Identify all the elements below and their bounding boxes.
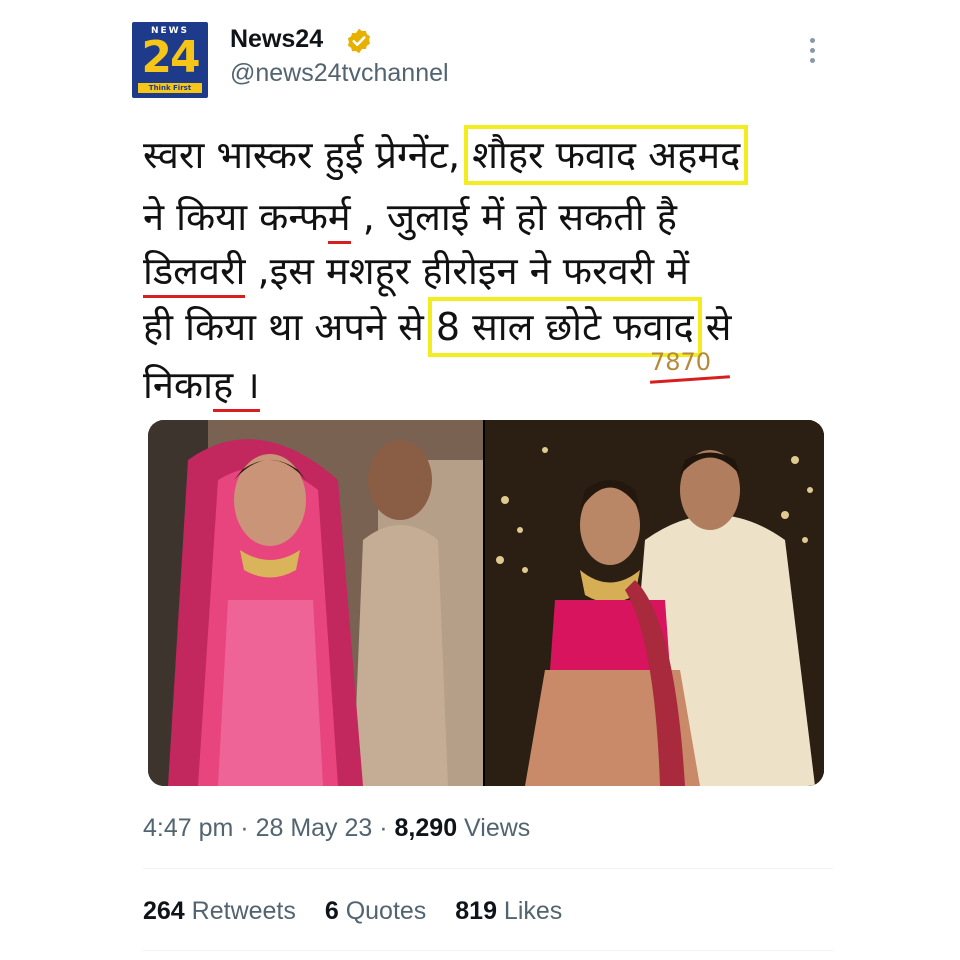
author-handle[interactable]: @news24tvchannel xyxy=(230,59,449,88)
retweets-label: Retweets xyxy=(184,897,296,925)
quotes-count: 6 xyxy=(324,897,339,925)
retweets-stat[interactable]: 264 Retweets xyxy=(143,897,296,925)
handwritten-annotation: 7870 xyxy=(650,348,712,376)
tweet-line-3: डिलवरी ,इस मशहूर हीरोइन ने फरवरी में xyxy=(143,244,689,298)
tweet-text-segment: से xyxy=(693,305,732,349)
media-photo-left[interactable] xyxy=(148,420,483,786)
meta-separator: · xyxy=(372,814,395,842)
logo-tagline-text: Think First xyxy=(138,83,202,93)
author-name[interactable]: News24 xyxy=(230,25,323,54)
tweet-line-5: निकाह । xyxy=(143,358,260,412)
likes-label: Likes xyxy=(496,897,563,925)
photo-left-illustration xyxy=(148,420,483,786)
meta-separator: · xyxy=(233,814,256,842)
tweet-line-2: ने किया कन्फर्म , जुलाई में हो सकती है xyxy=(143,190,677,244)
likes-count: 819 xyxy=(455,897,497,925)
views-label[interactable]: Views xyxy=(457,814,530,842)
more-options-icon[interactable] xyxy=(800,38,824,68)
underlined-phrase: डिलवरी xyxy=(143,249,246,298)
annotation-underline xyxy=(649,375,731,384)
photo-right-illustration xyxy=(485,420,824,786)
quotes-label: Quotes xyxy=(338,897,427,925)
logo-number-text: 24 xyxy=(141,32,200,83)
tweet-text-segment: स्वरा भास्कर हुई प्रेग्नेंट, xyxy=(143,133,473,177)
engagement-stats: 264 Retweets 6 Quotes 819 Likes xyxy=(143,897,584,926)
tweet-text-segment: ,इस मशहूर हीरोइन ने फरवरी में xyxy=(245,249,689,293)
retweets-count: 264 xyxy=(143,897,185,925)
tweet-line-4: ही किया था अपने से 8 साल छोटे फवाद से xyxy=(143,297,732,357)
highlighted-phrase: शौहर फवाद अहमद xyxy=(464,125,749,185)
likes-stat[interactable]: 819 Likes xyxy=(455,897,562,925)
tweet-media-grid[interactable] xyxy=(148,420,824,786)
views-count[interactable]: 8,290 xyxy=(395,814,458,842)
tweet-text-segment: ने किया कन्फ xyxy=(143,195,328,239)
divider xyxy=(143,950,833,951)
tweet-line-1: स्वरा भास्कर हुई प्रेग्नेंट, शौहर फवाद अ… xyxy=(143,125,749,185)
highlighted-phrase: 8 साल छोटे फवाद xyxy=(427,297,702,357)
media-photo-right[interactable] xyxy=(485,420,824,786)
quotes-stat[interactable]: 6 Quotes xyxy=(325,897,426,925)
channel-logo-avatar[interactable]: NEWS 24 Think First xyxy=(132,22,208,98)
tweet-time[interactable]: 4:47 pm xyxy=(143,814,233,842)
verified-badge-icon xyxy=(347,28,371,54)
tweet-text-segment: निका xyxy=(143,363,213,407)
divider xyxy=(143,868,833,869)
underlined-phrase: र्म xyxy=(327,195,351,244)
tweet-date[interactable]: 28 May 23 xyxy=(256,814,373,842)
underlined-phrase: ह । xyxy=(212,363,260,412)
tweet-timestamp-views: 4:47 pm · 28 May 23 · 8,290 Views xyxy=(143,814,530,843)
tweet-text-segment: ही किया था अपने से xyxy=(143,305,436,349)
tweet-text-segment: , जुलाई में हो सकती है xyxy=(350,195,677,239)
